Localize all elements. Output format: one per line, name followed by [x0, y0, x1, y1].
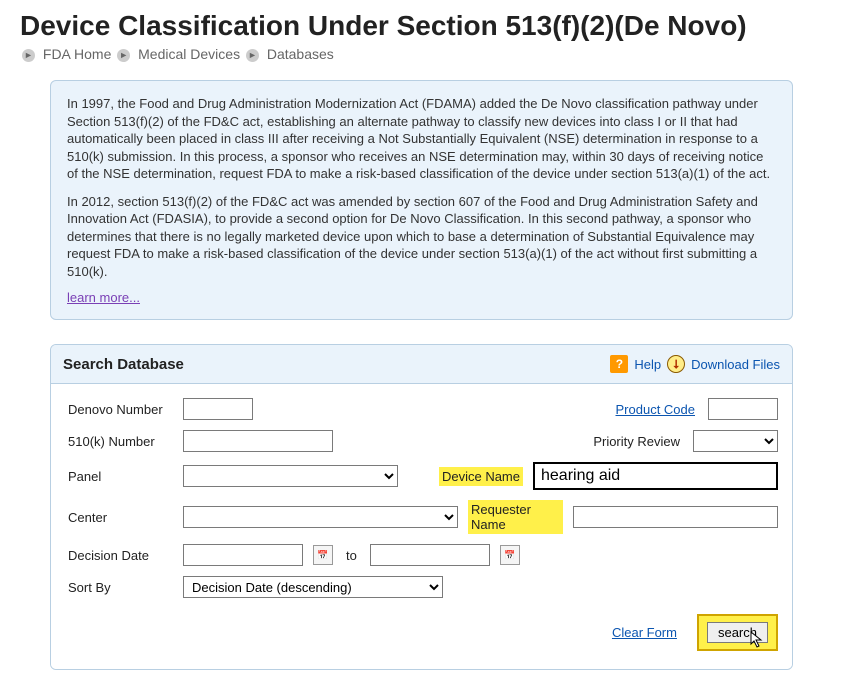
chevron-right-icon: ►	[246, 49, 259, 62]
decision-date-to-input[interactable]	[370, 544, 490, 566]
decision-date-label: Decision Date	[65, 546, 173, 565]
product-code-label[interactable]: Product Code	[613, 400, 699, 419]
help-link[interactable]: Help	[634, 357, 661, 372]
info-paragraph: In 2012, section 513(f)(2) of the FD&C a…	[67, 193, 776, 281]
date-to-label: to	[343, 546, 360, 565]
calendar-icon[interactable]: 📅	[313, 545, 333, 565]
priority-review-select[interactable]	[693, 430, 778, 452]
decision-date-from-input[interactable]	[183, 544, 303, 566]
search-header-title: Search Database	[63, 356, 184, 373]
breadcrumb-link[interactable]: FDA Home	[43, 46, 111, 62]
center-label: Center	[65, 508, 173, 527]
search-form: Denovo Number Product Code 510(k) Number…	[51, 384, 792, 669]
search-button-label: search	[718, 625, 757, 640]
info-panel: In 1997, the Food and Drug Administratio…	[50, 80, 793, 320]
info-paragraph: In 1997, the Food and Drug Administratio…	[67, 95, 776, 183]
sort-by-label: Sort By	[65, 578, 173, 597]
search-button[interactable]: search	[707, 622, 768, 643]
panel-select[interactable]	[183, 465, 398, 487]
510k-number-input[interactable]	[183, 430, 333, 452]
download-icon: ⭣	[667, 355, 685, 373]
page-title: Device Classification Under Section 513(…	[20, 10, 823, 42]
denovo-number-label: Denovo Number	[65, 400, 173, 419]
help-icon: ?	[610, 355, 628, 373]
search-header: Search Database ? Help ⭣ Download Files	[51, 345, 792, 384]
priority-review-label: Priority Review	[590, 432, 683, 451]
chevron-right-icon: ►	[117, 49, 130, 62]
clear-form-link[interactable]: Clear Form	[612, 625, 677, 640]
panel-label: Panel	[65, 467, 173, 486]
chevron-right-icon: ►	[22, 49, 35, 62]
requester-name-label: Requester Name	[468, 500, 563, 534]
learn-more-link[interactable]: learn more...	[67, 290, 140, 305]
sort-by-select[interactable]: Decision Date (descending)	[183, 576, 443, 598]
510k-number-label: 510(k) Number	[65, 432, 173, 451]
download-files-link[interactable]: Download Files	[691, 357, 780, 372]
search-panel: Search Database ? Help ⭣ Download Files …	[50, 344, 793, 670]
device-name-input[interactable]	[533, 462, 778, 490]
breadcrumb-link[interactable]: Databases	[267, 46, 334, 62]
device-name-label: Device Name	[439, 467, 523, 486]
requester-name-input[interactable]	[573, 506, 778, 528]
search-button-highlight: search	[697, 614, 778, 651]
center-select[interactable]	[183, 506, 458, 528]
breadcrumb-link[interactable]: Medical Devices	[138, 46, 240, 62]
calendar-icon[interactable]: 📅	[500, 545, 520, 565]
breadcrumb: ► FDA Home ► Medical Devices ► Databases	[20, 46, 823, 62]
denovo-number-input[interactable]	[183, 398, 253, 420]
product-code-input[interactable]	[708, 398, 778, 420]
